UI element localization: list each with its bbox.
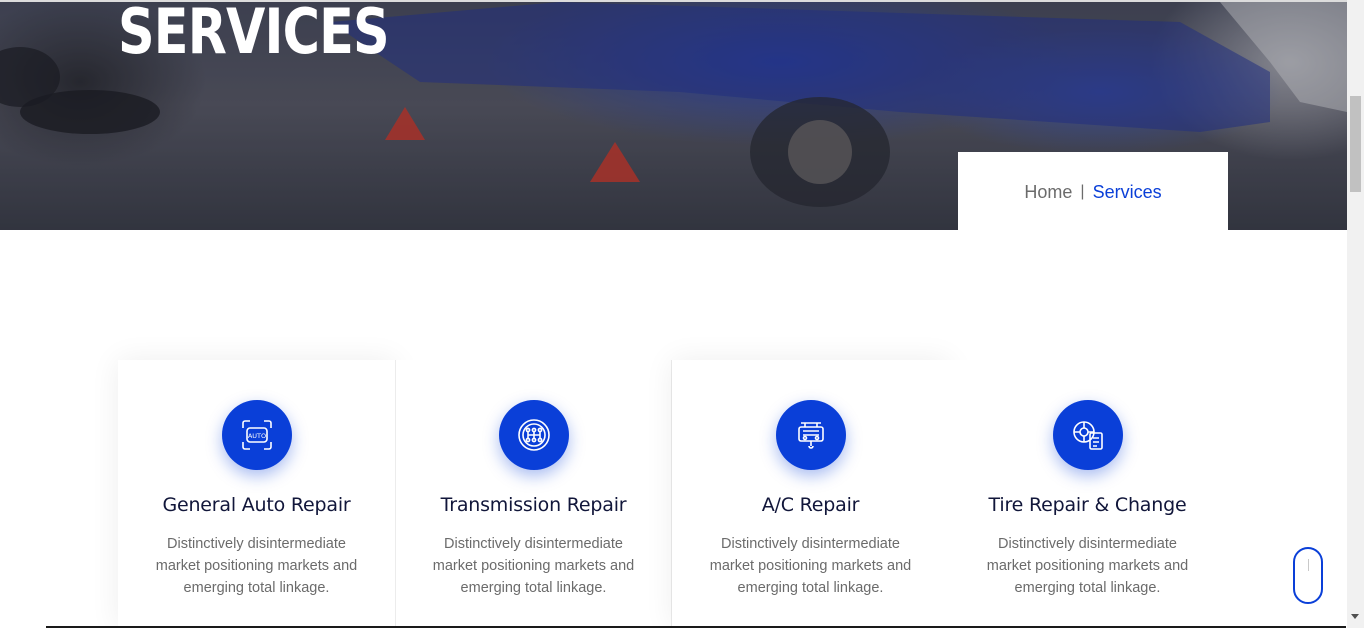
service-title: Tire Repair & Change (988, 494, 1187, 516)
service-card-tire-repair[interactable]: Tire Repair & Change Distinctively disin… (949, 360, 1226, 628)
services-grid: AUTO General Auto Repair Distinctively d… (118, 360, 1228, 628)
scroll-down-arrow-icon[interactable] (1351, 614, 1359, 619)
page-scrollbar[interactable] (1347, 0, 1364, 628)
svg-text:AUTO: AUTO (247, 432, 265, 440)
service-description: Distinctively disintermediate market pos… (709, 536, 912, 596)
gear-shift-icon (498, 400, 569, 470)
service-card-general-auto-repair[interactable]: AUTO General Auto Repair Distinctively d… (118, 360, 395, 628)
service-title: Transmission Repair (440, 494, 627, 516)
service-title: General Auto Repair (162, 494, 351, 516)
page-title: SERVICES (118, 2, 390, 68)
scrollbar-thumb[interactable] (1350, 96, 1361, 192)
service-card-transmission-repair[interactable]: Transmission Repair Distinctively disint… (395, 360, 672, 628)
breadcrumb: Home | Services (958, 152, 1228, 230)
breadcrumb-home-link[interactable]: Home (1024, 182, 1072, 203)
service-title: A/C Repair (761, 494, 860, 516)
breadcrumb-separator: | (1080, 183, 1085, 200)
service-description: Distinctively disintermediate market pos… (986, 536, 1189, 596)
scroll-to-top-button[interactable] (1293, 547, 1323, 604)
service-description: Distinctively disintermediate market pos… (432, 536, 635, 596)
wheel-diagnostic-icon (1052, 400, 1123, 470)
breadcrumb-current: Services (1092, 181, 1162, 202)
engine-hoist-icon (775, 400, 846, 470)
mouse-wheel-icon (1308, 559, 1309, 571)
service-card-ac-repair[interactable]: A/C Repair Distinctively disintermediate… (672, 360, 949, 628)
auto-scan-icon: AUTO (221, 400, 292, 470)
service-description: Distinctively disintermediate market pos… (155, 536, 358, 596)
hero-banner: SERVICES Home | Services (0, 2, 1347, 230)
